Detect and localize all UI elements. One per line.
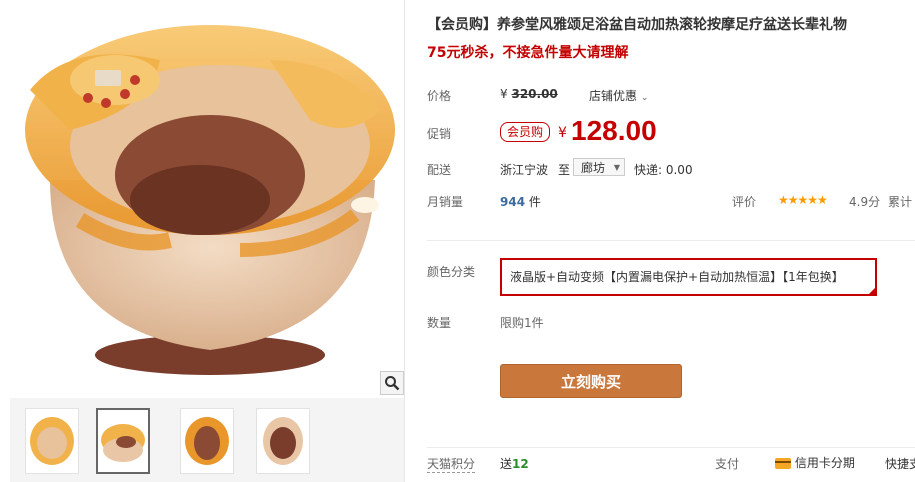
credit-card-installment[interactable]: 信用卡分期 (775, 454, 855, 471)
shipping-label: 配送 (427, 163, 452, 177)
credit-card-icon (775, 458, 791, 469)
destination-select[interactable]: 廊坊 ▼ (573, 158, 625, 176)
shipping-method: 快递: 0.00 (634, 163, 693, 177)
variant-option-selected[interactable]: 液晶版+自动变频【内置漏电保护+自动加热恒温】【1年包换】 (500, 258, 877, 296)
rating-label: 评价 (732, 195, 757, 209)
color-category-label: 颜色分类 (427, 265, 476, 279)
shipping-from: 浙江宁波 (500, 163, 549, 177)
tmall-points-label[interactable]: 天猫积分 (427, 455, 476, 473)
selected-check-corner (867, 286, 877, 296)
shop-discount-label: 店铺优惠 (589, 89, 638, 103)
shop-discount-dropdown[interactable]: 店铺优惠 ⌄ (589, 87, 648, 104)
purchase-limit: 限购1件 (500, 316, 544, 330)
main-product-image[interactable] (10, 0, 404, 400)
product-info-panel: 【会员购】养参堂风雅颂足浴盆自动加热滚轮按摩足疗盆送长辈礼物 75元秒杀，不接急… (427, 0, 915, 482)
member-badge: 会员购 (500, 122, 551, 142)
payment-label: 支付 (715, 457, 740, 471)
buy-now-button[interactable]: 立刻购买 (500, 364, 682, 398)
section-divider (427, 240, 915, 241)
product-subtitle: 75元秒杀，不接急件量大请理解 (427, 45, 629, 61)
thumbnail-1[interactable] (25, 408, 79, 474)
sales-unit: 件 (528, 195, 541, 209)
vertical-divider (404, 0, 405, 482)
credit-card-label: 信用卡分期 (794, 456, 855, 470)
product-gallery (0, 0, 409, 482)
tmall-points: 送12 (500, 455, 529, 472)
zoom-icon[interactable] (380, 371, 404, 395)
quantity-label: 数量 (427, 316, 452, 330)
rating-score: 4.9分 (849, 195, 881, 209)
caret-down-icon: ▼ (613, 163, 620, 172)
points-value: 12 (512, 457, 529, 471)
cumulative-reviews-link[interactable]: 累计 (888, 193, 912, 210)
product-title: 【会员购】养参堂风雅颂足浴盆自动加热滚轮按摩足疗盆送长辈礼物 (427, 17, 847, 33)
thumbnail-2-selected[interactable] (96, 408, 150, 474)
rating-stars: ★★★★★ (778, 193, 828, 207)
thumbnail-3[interactable] (180, 408, 234, 474)
promo-label: 促销 (427, 127, 452, 141)
destination-value: 廊坊 (581, 161, 606, 175)
promo-yen-symbol: ¥ (558, 125, 567, 141)
sales-count: 944 (500, 195, 526, 209)
footer-divider (427, 447, 915, 448)
yen-symbol: ¥ (500, 87, 508, 101)
thumbnail-4[interactable] (256, 408, 310, 474)
variant-option-text: 液晶版+自动变频【内置漏电保护+自动加热恒温】【1年包换】 (510, 270, 844, 284)
original-price-value: 320.00 (511, 87, 558, 101)
promo-price: 128.00 (571, 115, 657, 146)
price-label: 价格 (427, 89, 452, 103)
monthly-sales: 944 件 (500, 193, 541, 210)
shipping-to-word: 至 (558, 163, 571, 177)
original-price: ¥ 320.00 (500, 87, 558, 101)
monthly-sales-label: 月销量 (427, 195, 464, 209)
chevron-down-icon: ⌄ (640, 93, 649, 103)
send-word: 送 (500, 457, 513, 471)
express-pay[interactable]: 快捷支 (885, 455, 915, 472)
